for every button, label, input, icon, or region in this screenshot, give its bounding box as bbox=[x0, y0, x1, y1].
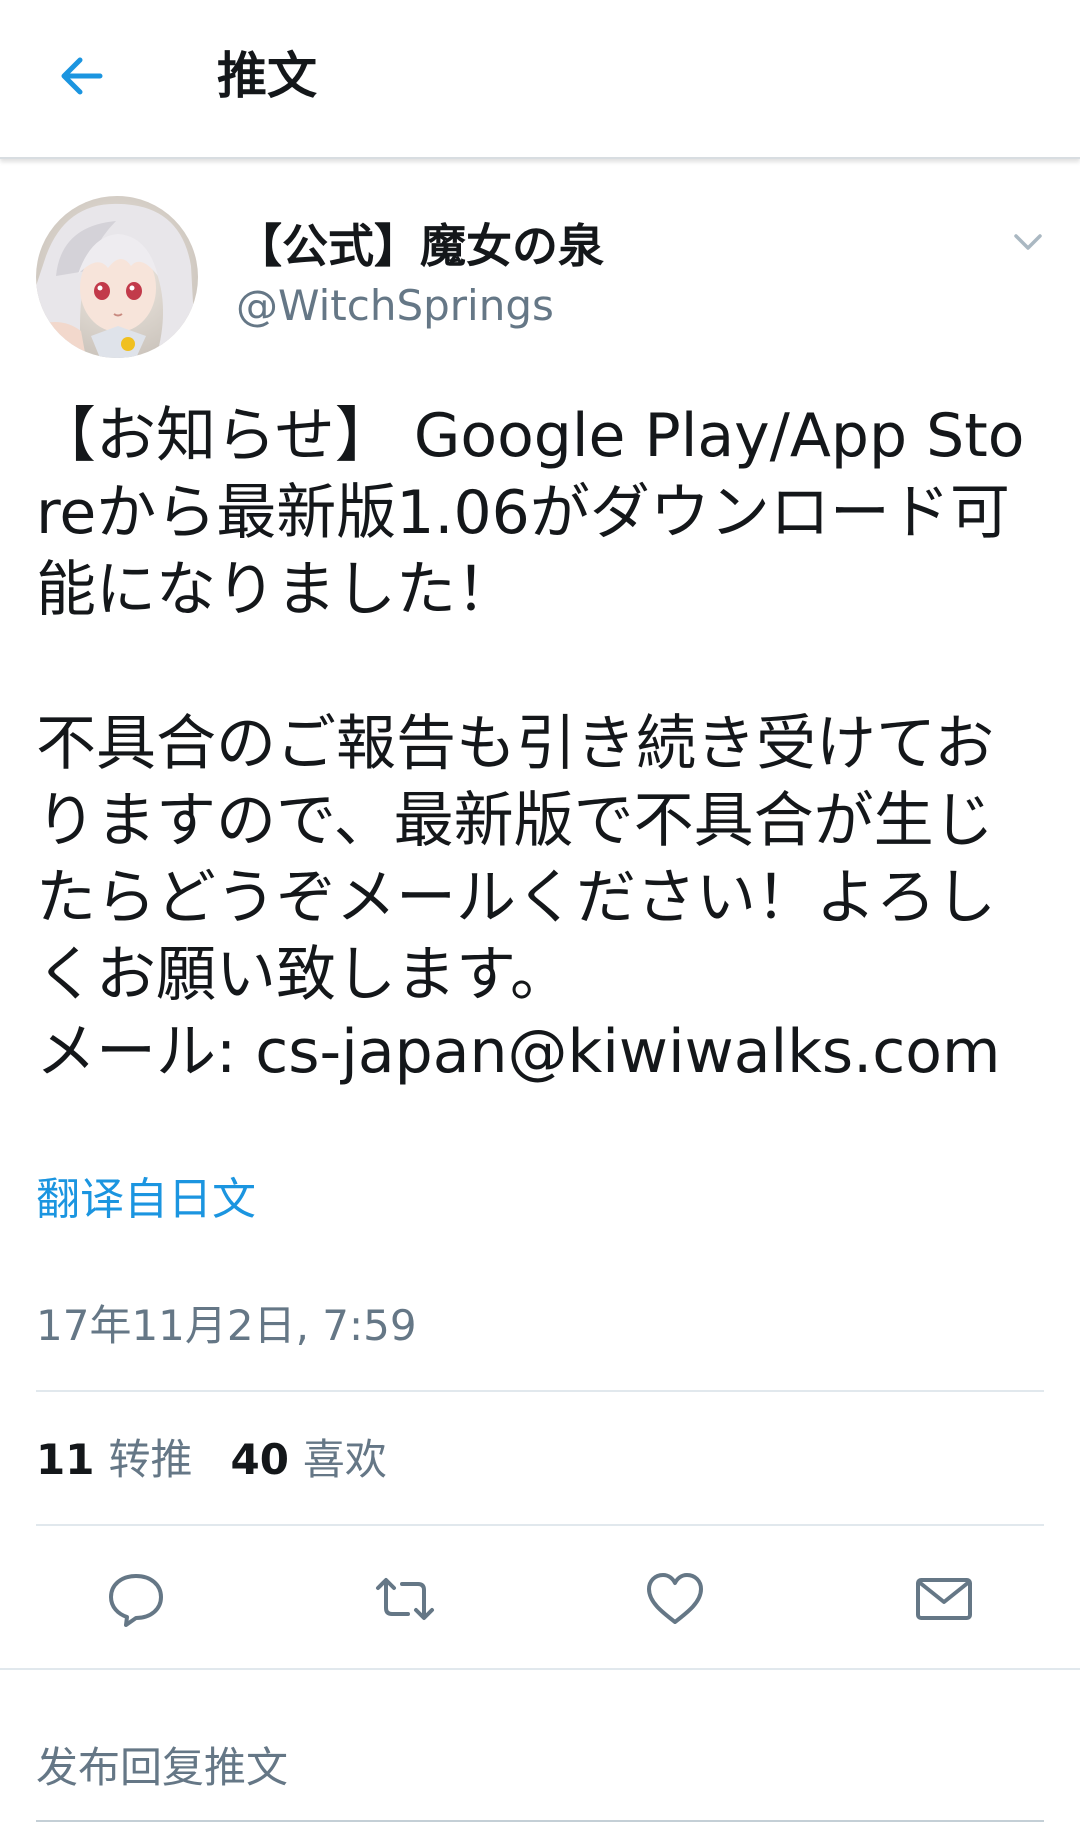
mail-icon bbox=[916, 1578, 972, 1620]
retweet-count[interactable]: 11 转推 bbox=[36, 1430, 192, 1490]
divider bbox=[36, 1390, 1044, 1392]
like-count[interactable]: 40 喜欢 bbox=[230, 1430, 386, 1490]
divider bbox=[36, 1524, 1044, 1526]
retweet-count-value: 11 bbox=[36, 1435, 95, 1484]
like-count-value: 40 bbox=[230, 1435, 289, 1484]
display-name[interactable]: 【公式】魔女の泉 bbox=[236, 218, 604, 274]
tweet-stats: 11 转推 40 喜欢 bbox=[36, 1430, 425, 1490]
reply-icon bbox=[109, 1574, 163, 1627]
chevron-down-icon bbox=[1014, 234, 1042, 250]
like-button[interactable] bbox=[642, 1566, 708, 1632]
reply-input-underline bbox=[36, 1820, 1044, 1822]
like-count-label: 喜欢 bbox=[302, 1435, 387, 1484]
reply-composer bbox=[0, 1700, 1080, 1838]
translate-link[interactable]: 翻译自日文 bbox=[36, 1172, 256, 1228]
direct-message-button[interactable] bbox=[911, 1566, 977, 1632]
top-bar: 推文 bbox=[0, 0, 1080, 159]
back-button[interactable] bbox=[50, 40, 122, 112]
retweet-count-label: 转推 bbox=[108, 1435, 193, 1484]
retweet-button[interactable] bbox=[372, 1566, 438, 1632]
retweet-icon bbox=[376, 1578, 434, 1620]
reply-button[interactable] bbox=[103, 1566, 169, 1632]
arrow-left-icon bbox=[61, 57, 103, 95]
tweet-timestamp: 17年11月2日, 7:59 bbox=[36, 1301, 417, 1350]
section-separator bbox=[0, 1668, 1080, 1702]
page-title: 推文 bbox=[217, 47, 317, 105]
reply-input[interactable] bbox=[36, 1740, 1044, 1796]
tweet-menu-button[interactable] bbox=[1006, 220, 1050, 264]
user-handle[interactable]: @WitchSprings bbox=[236, 280, 554, 332]
avatar[interactable] bbox=[36, 196, 198, 358]
tweet-text: 【お知らせ】 Google Play/App Storeから最新版1.06がダウ… bbox=[36, 401, 1025, 1087]
heart-icon bbox=[647, 1573, 703, 1624]
